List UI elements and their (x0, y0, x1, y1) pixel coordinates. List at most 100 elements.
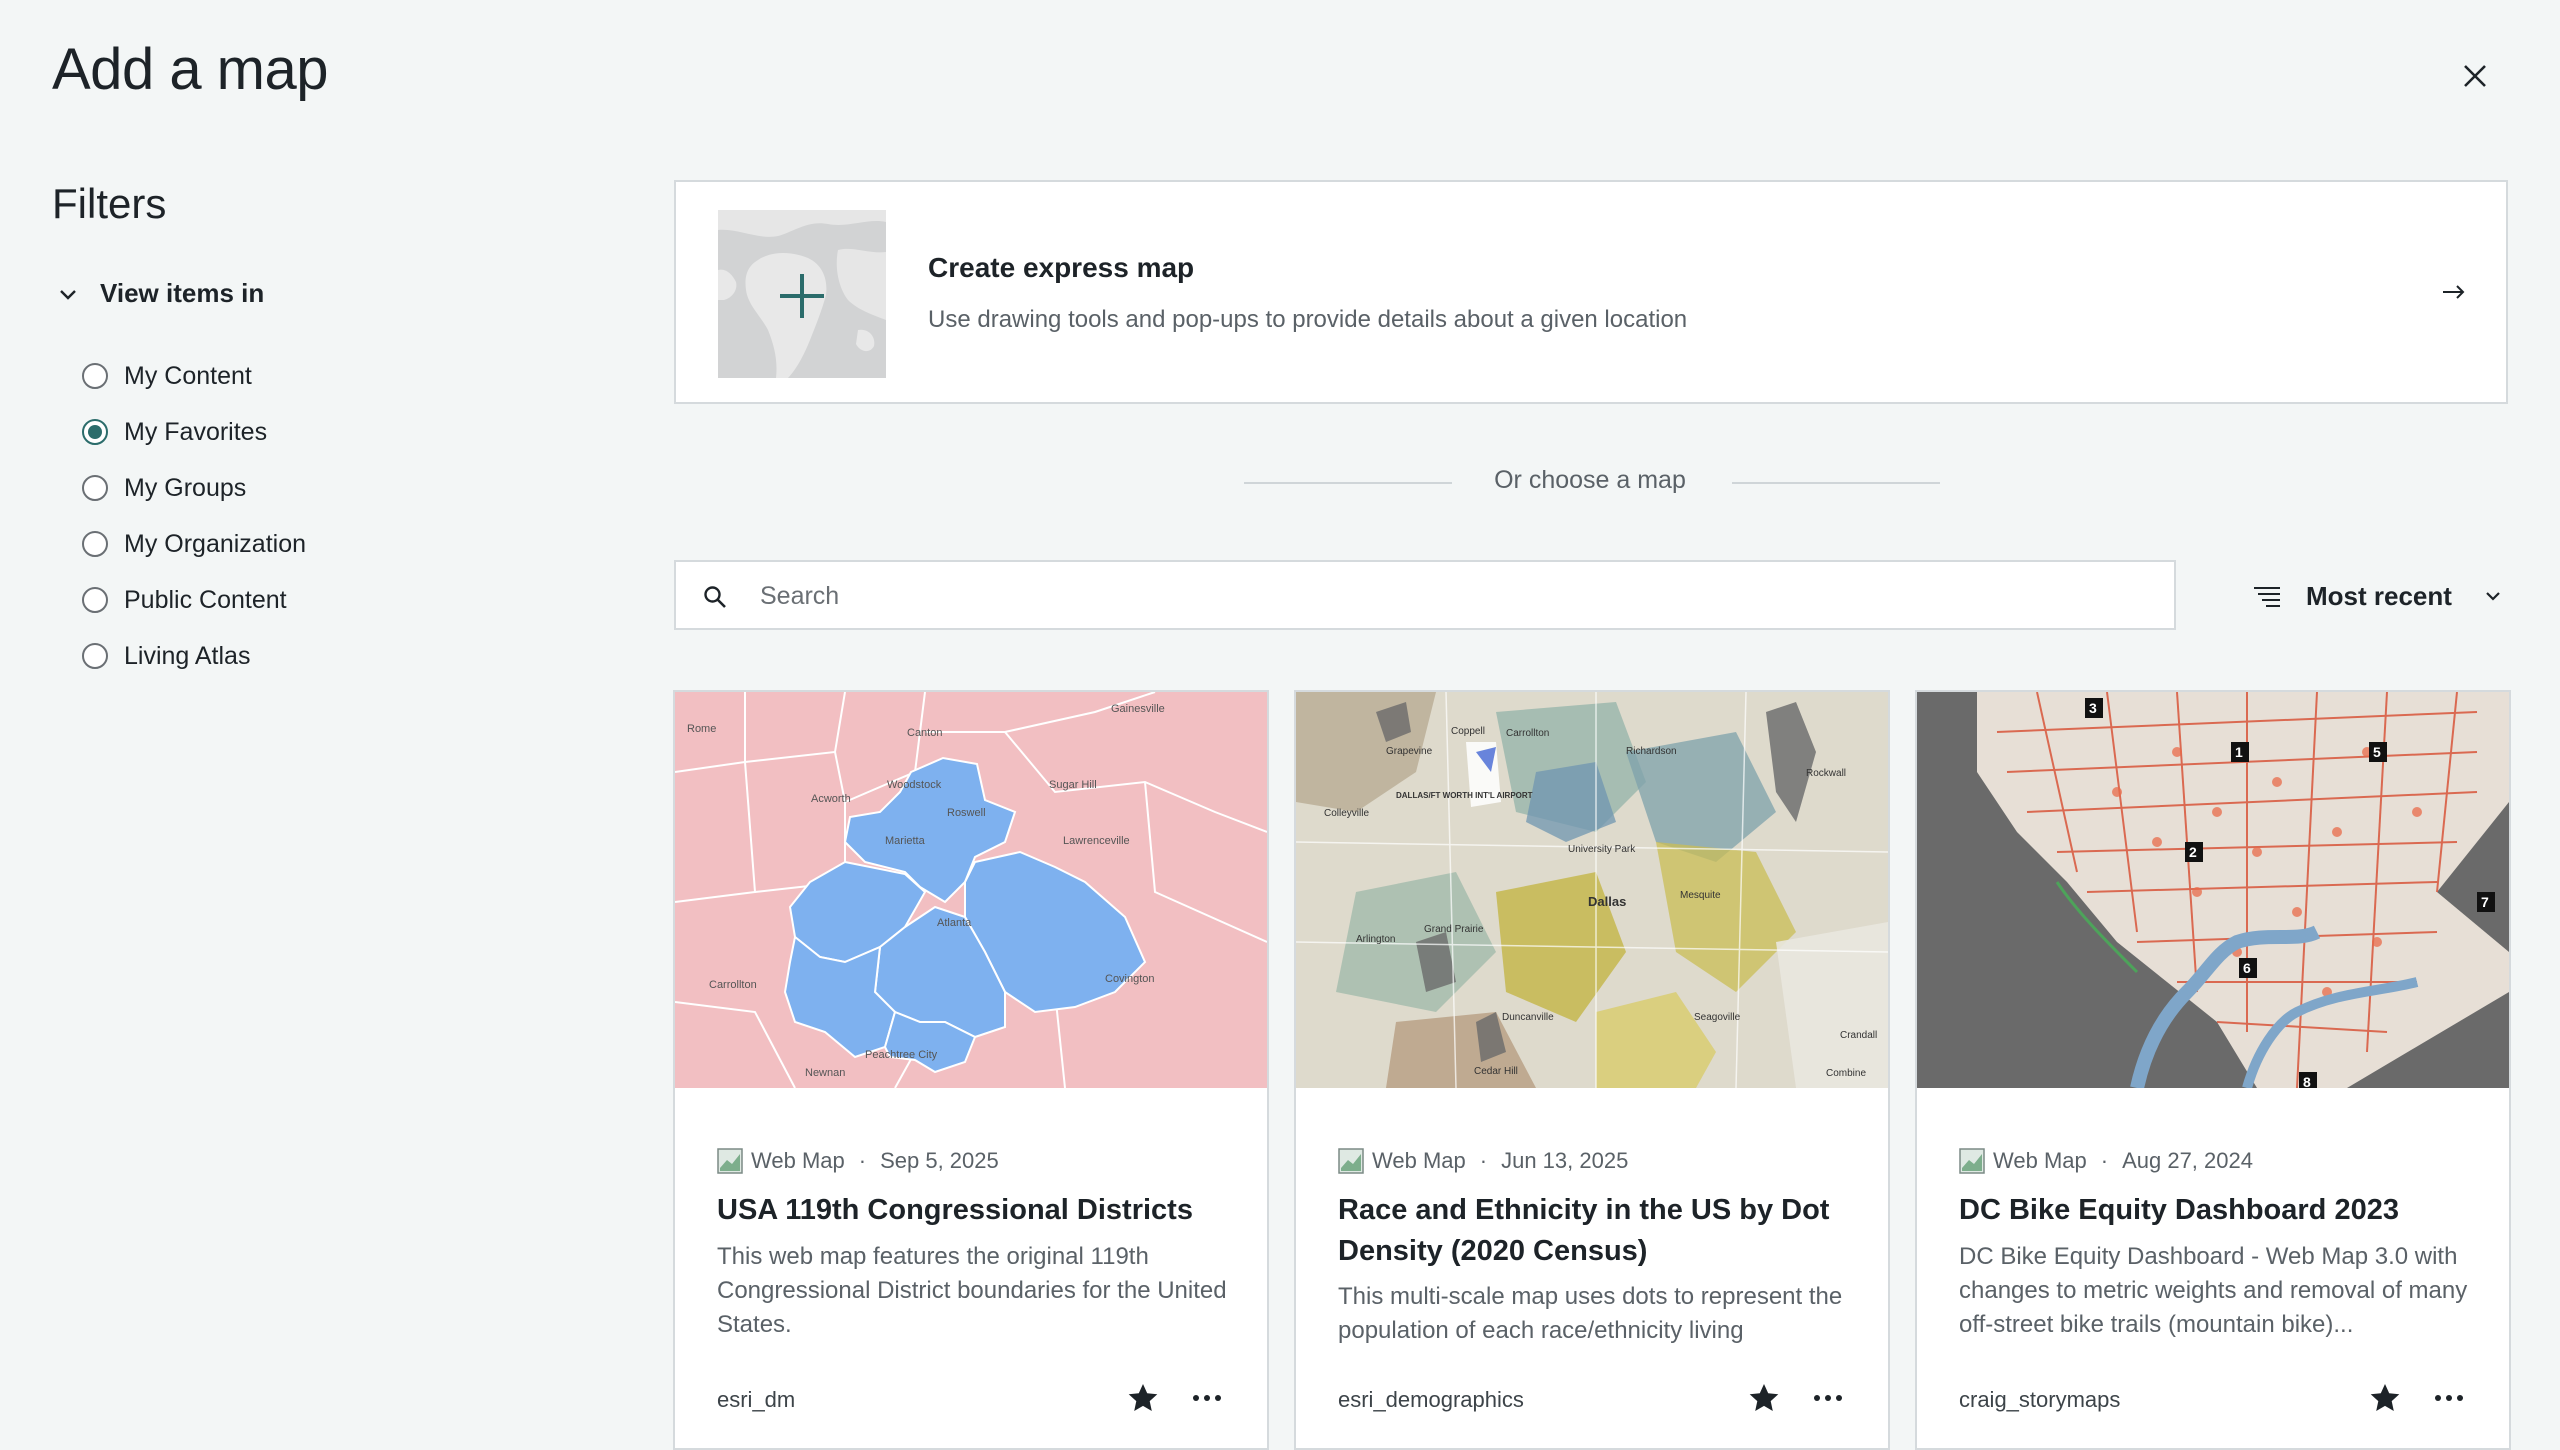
radio-label: My Organization (124, 529, 307, 558)
map-label: Coppell (1451, 726, 1485, 737)
radio-my-organization[interactable]: My Organization (82, 516, 306, 572)
map-label: Crandall (1840, 1030, 1877, 1041)
map-label: Grand Prairie (1424, 924, 1484, 935)
map-label: Peachtree City (865, 1049, 938, 1061)
more-options-icon[interactable] (1191, 1388, 1223, 1408)
map-thumbnail[interactable]: Grapevine Coppell Carrollton Richardson … (1296, 692, 1888, 1088)
map-label: Rome (687, 723, 716, 735)
sort-icon (2254, 587, 2280, 607)
chevron-down-icon (2486, 592, 2500, 601)
map-label: Mesquite (1680, 890, 1721, 901)
radio-button[interactable] (82, 475, 108, 501)
favorite-star-icon[interactable] (2369, 1382, 2401, 1414)
map-label: Lawrenceville (1063, 835, 1130, 847)
divider-line-left (1244, 482, 1452, 484)
card-title[interactable]: DC Bike Equity Dashboard 2023 (1959, 1190, 2479, 1231)
map-label: Richardson (1626, 746, 1677, 757)
map-label: Carrollton (709, 979, 757, 991)
card-meta: Web Map · Sep 5, 2025 (717, 1148, 999, 1174)
map-label: 6 (2243, 960, 2251, 976)
radio-label: Living Atlas (124, 641, 251, 670)
filters-heading: Filters (52, 180, 167, 227)
radio-public-content[interactable]: Public Content (82, 572, 306, 628)
item-date: Aug 27, 2024 (2122, 1148, 2253, 1173)
card-title[interactable]: USA 119th Congressional Districts (717, 1190, 1237, 1231)
close-icon[interactable] (2455, 58, 2495, 94)
map-label: Marietta (885, 835, 926, 847)
item-type: Web Map (1372, 1148, 1466, 1173)
favorite-star-icon[interactable] (1127, 1382, 1159, 1414)
item-date: Sep 5, 2025 (880, 1148, 999, 1173)
map-label: 1 (2235, 744, 2243, 760)
map-label: Woodstock (887, 779, 942, 791)
map-thumbnail[interactable]: 3 1 5 2 7 6 8 (1917, 692, 2509, 1088)
map-card[interactable]: Grapevine Coppell Carrollton Richardson … (1294, 690, 1890, 1450)
map-label: 5 (2373, 744, 2381, 760)
dialog-title: Add a map (52, 37, 329, 102)
map-thumbnail[interactable]: Rome Canton Gainesville Woodstock Sugar … (675, 692, 1267, 1088)
meta-separator: · (2100, 1148, 2109, 1173)
radio-label: My Favorites (124, 417, 268, 446)
web-map-icon (1338, 1148, 1364, 1174)
card-title[interactable]: Race and Ethnicity in the US by Dot Dens… (1338, 1190, 1858, 1272)
radio-button[interactable] (82, 643, 108, 669)
radio-label: My Content (124, 361, 252, 390)
create-express-map-card[interactable]: Create express map Use drawing tools and… (674, 180, 2508, 404)
radio-label: Public Content (124, 585, 287, 614)
card-owner[interactable]: craig_storymaps (1959, 1387, 2120, 1413)
map-label: Acworth (811, 793, 851, 805)
express-map-description: Use drawing tools and pop-ups to provide… (928, 306, 1688, 333)
map-label: 2 (2189, 844, 2197, 860)
map-label: DALLAS/FT WORTH INT'L AIRPORT (1396, 791, 1533, 800)
search-input[interactable] (758, 562, 2142, 630)
radio-my-groups[interactable]: My Groups (82, 460, 306, 516)
meta-separator: · (858, 1148, 867, 1173)
map-label: Colleyville (1324, 808, 1369, 819)
map-label: Atlanta (937, 917, 972, 929)
card-owner[interactable]: esri_demographics (1338, 1387, 1524, 1413)
radio-button[interactable] (82, 531, 108, 557)
radio-my-favorites[interactable]: My Favorites (82, 404, 306, 460)
web-map-icon (1959, 1148, 1985, 1174)
more-options-icon[interactable] (2433, 1388, 2465, 1408)
radio-button-selected[interactable] (82, 419, 108, 445)
card-description: DC Bike Equity Dashboard - Web Map 3.0 w… (1959, 1243, 2468, 1338)
map-label: Newnan (805, 1067, 845, 1079)
favorite-star-icon[interactable] (1748, 1382, 1780, 1414)
map-label: Gainesville (1111, 703, 1165, 715)
sort-label: Most recent (2306, 580, 2452, 611)
card-meta: Web Map · Aug 27, 2024 (1959, 1148, 2253, 1174)
card-owner[interactable]: esri_dm (717, 1387, 795, 1413)
map-card[interactable]: 3 1 5 2 7 6 8 Web Map · Aug 27, 2024 DC … (1915, 690, 2511, 1450)
radio-button[interactable] (82, 363, 108, 389)
view-items-in-label: View items in (100, 278, 265, 308)
map-card[interactable]: Rome Canton Gainesville Woodstock Sugar … (673, 690, 1269, 1450)
map-label: Rockwall (1806, 768, 1846, 779)
card-description: This multi-scale map uses dots to repres… (1338, 1283, 1843, 1344)
map-label: Combine (1826, 1068, 1866, 1079)
meta-separator: · (1479, 1148, 1488, 1173)
view-items-in-toggle[interactable]: View items in (56, 278, 264, 309)
map-label: Covington (1105, 973, 1155, 985)
map-label: Canton (907, 727, 942, 739)
map-label: Carrollton (1506, 728, 1549, 739)
map-label: 8 (2303, 1074, 2311, 1088)
map-label: Arlington (1356, 934, 1395, 945)
divider-line-right (1732, 482, 1940, 484)
search-box[interactable] (674, 560, 2176, 630)
map-label: Cedar Hill (1474, 1066, 1518, 1077)
map-label: Sugar Hill (1049, 779, 1097, 791)
radio-button[interactable] (82, 587, 108, 613)
express-map-title: Create express map (928, 252, 1195, 283)
web-map-icon (717, 1148, 743, 1174)
radio-label: My Groups (124, 473, 247, 502)
radio-my-content[interactable]: My Content (82, 348, 306, 404)
sort-dropdown[interactable]: Most recent (2252, 574, 2504, 618)
more-options-icon[interactable] (1812, 1388, 1844, 1408)
map-label: Seagoville (1694, 1012, 1741, 1023)
chevron-down-icon (60, 289, 76, 300)
item-type: Web Map (1993, 1148, 2087, 1173)
map-label: Grapevine (1386, 746, 1433, 757)
card-description: This web map features the original 119th… (717, 1243, 1227, 1338)
radio-living-atlas[interactable]: Living Atlas (82, 628, 306, 684)
